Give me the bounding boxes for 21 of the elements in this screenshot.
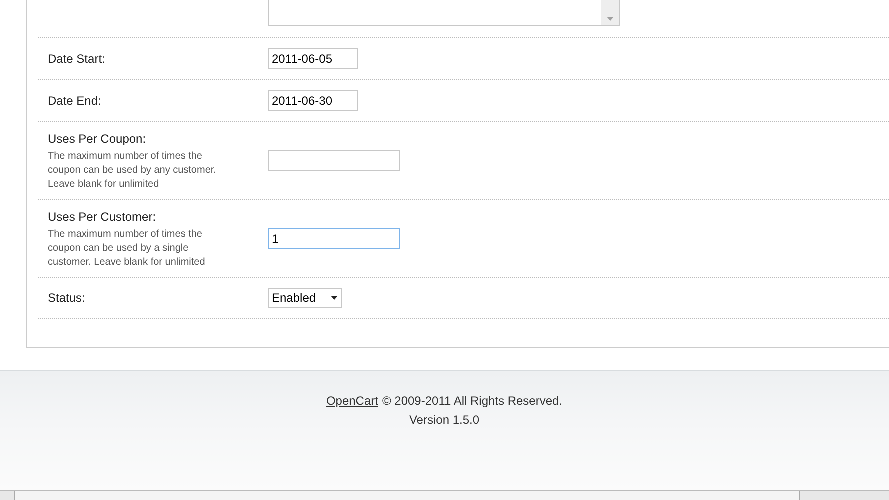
text-field[interactable]: 2011-06-30 (268, 90, 358, 111)
copyright-text: © 2009-2011 All Rights Reserved. (382, 393, 563, 410)
text-field[interactable]: 1 (268, 228, 400, 249)
list-box[interactable] (268, 0, 620, 26)
version-text: Version 1.5.0 (409, 412, 480, 429)
scrollbar-track[interactable] (601, 0, 619, 25)
field-label: Date Start: (48, 50, 106, 68)
help-text: The maximum number of times the coupon can be used by any customer. Leave blank for unlimited (48, 150, 218, 192)
help-text: The maximum number of times the coupon can be used by a single customer. Leave blank for unlimited (48, 228, 206, 270)
text-field[interactable]: 2011-06-05 (268, 48, 358, 69)
opencart-link[interactable]: OpenCart (326, 392, 378, 410)
field-label: Date End: (48, 92, 102, 110)
scrollbar-thumb[interactable] (14, 491, 800, 500)
dropdown-icon (331, 296, 338, 300)
text-field[interactable] (268, 150, 400, 171)
scroll-down-icon (606, 17, 614, 21)
field-label: Uses Per Coupon: (48, 130, 148, 148)
status-select[interactable]: Enabled (268, 288, 342, 308)
field-label: Uses Per Customer: (48, 208, 158, 226)
field-label: Status: (48, 290, 86, 307)
horizontal-scrollbar[interactable] (0, 490, 889, 500)
